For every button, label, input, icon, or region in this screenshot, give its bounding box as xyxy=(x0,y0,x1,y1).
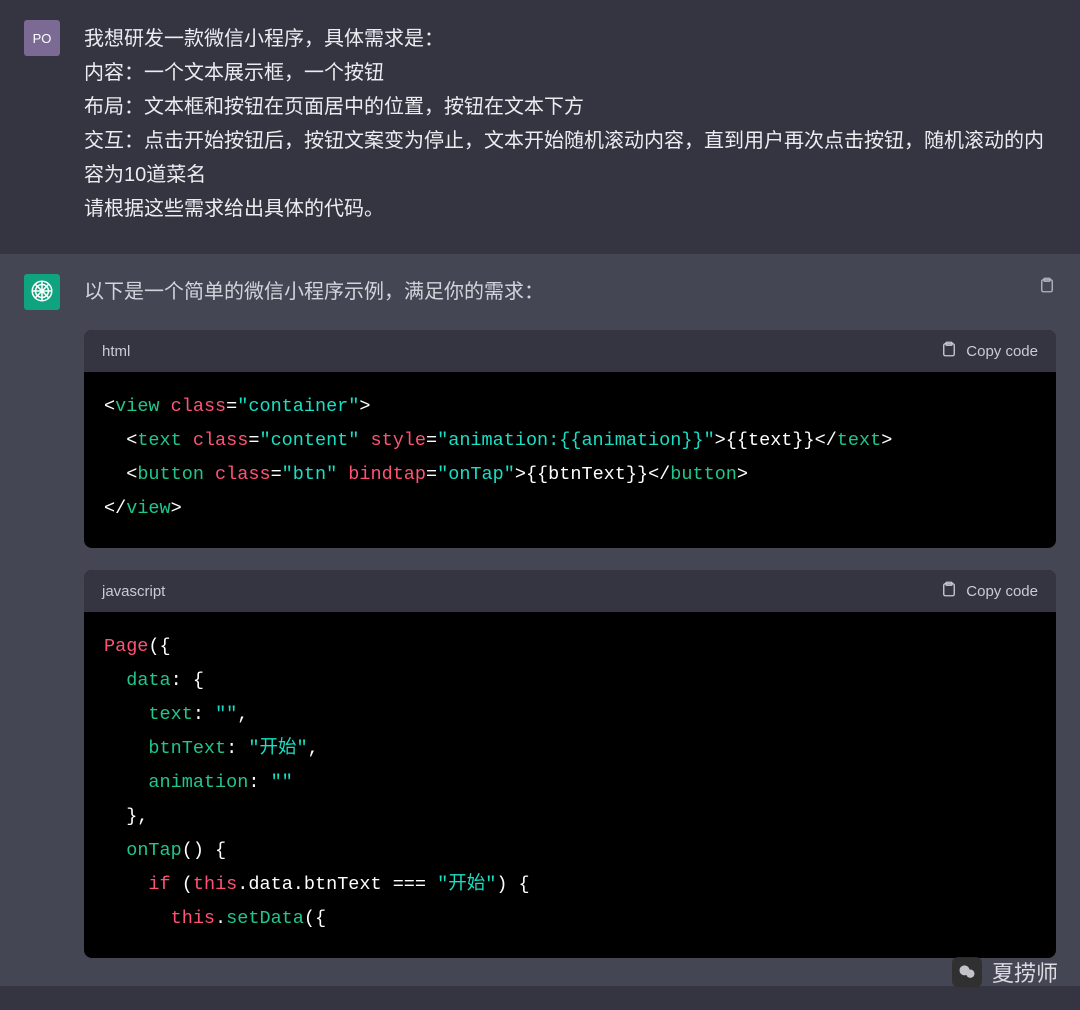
code-header: html Copy code xyxy=(84,330,1056,372)
copy-response-icon[interactable] xyxy=(1038,276,1056,299)
copy-code-button[interactable]: Copy code xyxy=(940,580,1038,602)
copy-code-label: Copy code xyxy=(966,583,1038,600)
copy-code-label: Copy code xyxy=(966,343,1038,360)
openai-logo-icon xyxy=(29,278,55,307)
code-block-html: html Copy code <view class="container"> … xyxy=(84,330,1056,548)
copy-code-button[interactable]: Copy code xyxy=(940,340,1038,362)
user-avatar: PO xyxy=(24,20,60,56)
assistant-avatar xyxy=(24,274,60,310)
assistant-intro-text: 以下是一个简单的微信小程序示例，满足你的需求： xyxy=(84,276,544,308)
clipboard-icon xyxy=(940,340,958,362)
code-content: <view class="container"> <text class="co… xyxy=(84,372,1056,548)
code-language-label: javascript xyxy=(102,583,165,600)
code-language-label: html xyxy=(102,343,130,360)
assistant-message: 以下是一个简单的微信小程序示例，满足你的需求： html Copy code <… xyxy=(0,254,1080,986)
code-block-javascript: javascript Copy code Page({ data: { text… xyxy=(84,570,1056,958)
clipboard-icon xyxy=(940,580,958,602)
user-message: PO 我想研发一款微信小程序，具体需求是： 内容：一个文本展示框，一个按钮 布局… xyxy=(0,0,1080,254)
code-content: Page({ data: { text: "", btnText: "开始", … xyxy=(84,612,1056,958)
code-header: javascript Copy code xyxy=(84,570,1056,612)
user-message-text: 我想研发一款微信小程序，具体需求是： 内容：一个文本展示框，一个按钮 布局：文本… xyxy=(84,22,1056,226)
